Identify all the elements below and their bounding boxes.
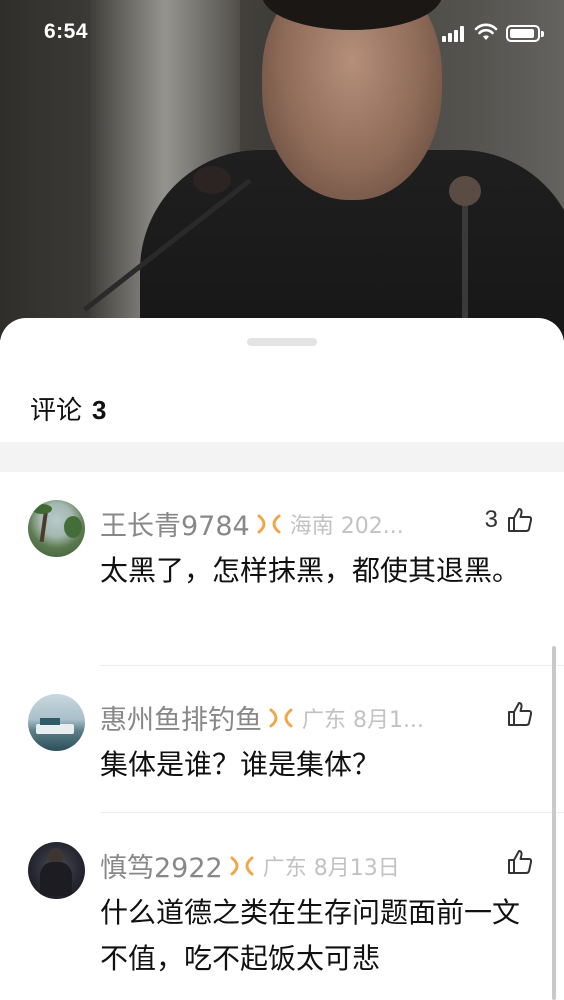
status-time: 6:54: [44, 20, 89, 43]
comment-item: 惠州鱼排钓鱼 广东 8月1... 集体是谁？谁是集体？: [0, 694, 564, 804]
comment-text: 集体是谁？谁是集体？: [100, 748, 381, 781]
comment-location: 广东 8月13日: [262, 855, 400, 881]
comment-item: 王长青9784 海南 202... 3 太黑了，怎样抹黑，都使其退黑。: [0, 500, 564, 660]
avatar[interactable]: [28, 842, 85, 899]
thumbs-up-icon: [508, 508, 533, 532]
scrollbar[interactable]: [552, 646, 556, 1000]
cellular-signal-icon: [442, 26, 468, 42]
comment-header: 评论 3: [30, 390, 106, 427]
thumbs-up-icon: [508, 850, 533, 874]
divider: [100, 812, 564, 813]
comment-sheet: 评论 3 王长青9784 海南 202... 3 太黑了，怎样抹黑，都使其退黑。: [0, 318, 564, 1000]
vip-badge-icon: [269, 708, 293, 727]
like-button[interactable]: [498, 700, 534, 728]
vip-badge-icon: [257, 514, 281, 533]
divider: [100, 665, 564, 666]
comment-text: 太黑了，怎样抹黑，都使其退黑。: [100, 554, 521, 587]
microphone: [193, 166, 231, 194]
drag-handle[interactable]: [247, 338, 317, 346]
comment-username[interactable]: 王长青9784: [100, 504, 250, 543]
battery-icon: [506, 25, 544, 42]
avatar[interactable]: [28, 500, 85, 557]
comment-meta: 惠州鱼排钓鱼 广东 8月1...: [100, 698, 424, 737]
avatar[interactable]: [28, 694, 85, 751]
comment-title: 评论: [30, 396, 83, 426]
comment-username[interactable]: 惠州鱼排钓鱼: [100, 698, 262, 737]
comment-meta: 慎笃2922 广东 8月13日: [100, 846, 400, 885]
comment-count: 3: [92, 395, 107, 425]
comment-location: 海南 202...: [289, 513, 404, 539]
comment-username[interactable]: 慎笃2922: [100, 846, 223, 885]
thumbs-up-icon: [508, 702, 533, 726]
section-divider: [0, 442, 564, 472]
like-button[interactable]: [498, 848, 534, 876]
like-button[interactable]: 3: [485, 506, 534, 534]
microphone: [449, 176, 481, 206]
comment-location: 广东 8月1...: [302, 707, 424, 733]
video-player[interactable]: 6:54: [0, 0, 564, 340]
comment-meta: 王长青9784 海南 202...: [100, 504, 404, 543]
vip-badge-icon: [230, 856, 254, 875]
wifi-icon: [474, 23, 498, 40]
comment-text: 什么道德之类在生存问题面前一文不值，吃不起饭太可悲: [100, 896, 521, 975]
status-bar: 6:54: [0, 0, 564, 68]
comment-item: 慎笃2922 广东 8月13日 什么道德之类在生存问题面前一文不值，吃不起饭太可…: [0, 842, 564, 1000]
like-count: 3: [484, 506, 498, 533]
